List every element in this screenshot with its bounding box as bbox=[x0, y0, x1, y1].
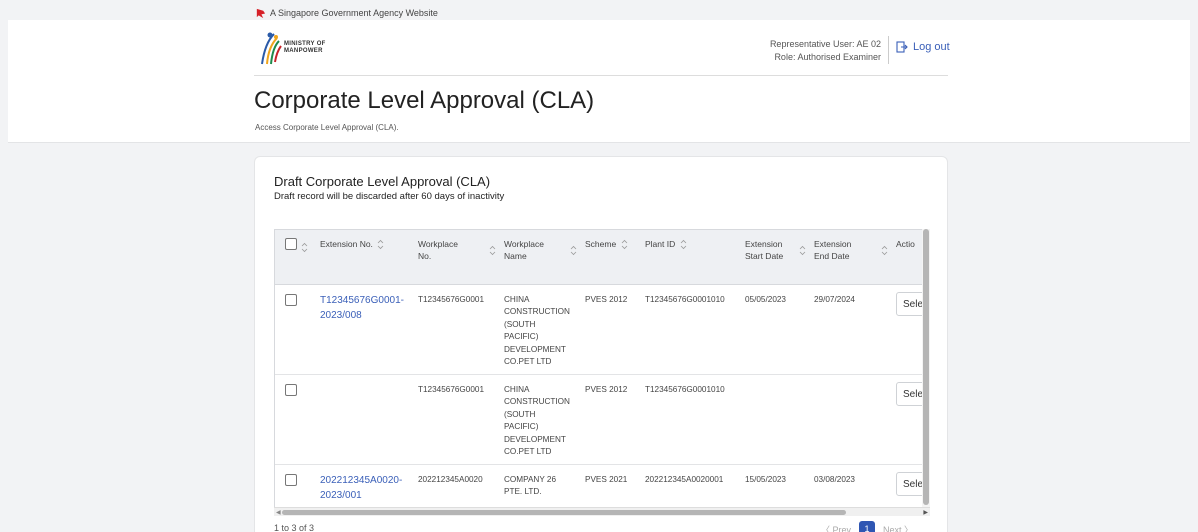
col-action-label: Actio bbox=[896, 239, 915, 249]
draft-table: Extension No. Workplace No. Workplace Na… bbox=[274, 229, 930, 516]
page-1-button[interactable]: 1 bbox=[859, 521, 876, 532]
next-page-button[interactable]: Next 〉 bbox=[883, 523, 913, 532]
col-workplace-no[interactable]: Workplace No. bbox=[418, 230, 504, 285]
col-plant-id-label: Plant ID bbox=[645, 239, 676, 249]
user-info: Representative User: AE 02 Role: Authori… bbox=[770, 38, 881, 64]
user-role: Role: Authorised Examiner bbox=[774, 52, 881, 62]
col-extension-no-label: Extension No. bbox=[320, 239, 373, 249]
draft-cla-card: Draft Corporate Level Approval (CLA) Dra… bbox=[254, 156, 948, 532]
end-date-cell bbox=[814, 374, 896, 465]
col-plant-id[interactable]: Plant ID bbox=[645, 230, 745, 285]
workplace-no-cell: T12345676G0001 bbox=[418, 374, 504, 465]
card-title: Draft Corporate Level Approval (CLA) bbox=[274, 174, 491, 189]
workplace-name-cell: CHINA CONSTRUCTION (SOUTH PACIFIC) DEVEL… bbox=[504, 284, 585, 375]
col-start-date-label: Extension Start Date bbox=[745, 239, 784, 261]
col-extension-no[interactable]: Extension No. bbox=[320, 230, 418, 285]
col-extension-start-date[interactable]: Extension Start Date bbox=[745, 230, 814, 285]
plant-id-cell: T12345676G0001010 bbox=[645, 374, 745, 465]
sort-icon bbox=[799, 245, 806, 255]
logout-label: Log out bbox=[913, 41, 950, 53]
vertical-scrollbar[interactable] bbox=[922, 229, 930, 507]
page-header: MINISTRY OF MANPOWER Representative User… bbox=[8, 20, 1190, 143]
logo-line-1: MINISTRY OF bbox=[284, 41, 326, 47]
col-workplace-name-label: Workplace Name bbox=[504, 239, 544, 261]
page-subtitle: Access Corporate Level Approval (CLA). bbox=[255, 123, 399, 132]
record-count: 1 to 3 of 3 bbox=[274, 523, 315, 532]
start-date-cell bbox=[745, 374, 814, 465]
scheme-cell: PVES 2012 bbox=[585, 284, 645, 375]
horizontal-scrollbar[interactable]: ◀ ▶ bbox=[274, 507, 930, 516]
pagination: 〈 Prev 1 Next 〉 bbox=[821, 521, 913, 532]
sort-icon bbox=[621, 240, 627, 250]
plant-id-cell: T12345676G0001010 bbox=[645, 284, 745, 375]
vertical-scroll-thumb[interactable] bbox=[923, 229, 929, 505]
extension-no-link[interactable]: T12345676G0001-2023/008 bbox=[320, 295, 404, 321]
col-end-date-label: Extension End Date bbox=[814, 239, 852, 261]
card-subtitle: Draft record will be discarded after 60 … bbox=[274, 191, 505, 202]
row-checkbox[interactable] bbox=[285, 473, 297, 486]
col-scheme-label: Scheme bbox=[585, 239, 617, 249]
sort-icon bbox=[680, 240, 686, 250]
lion-head-icon bbox=[256, 8, 266, 19]
select-all-checkbox[interactable] bbox=[285, 238, 297, 250]
scheme-cell: PVES 2012 bbox=[585, 374, 645, 465]
representative-user: Representative User: AE 02 bbox=[769, 39, 881, 49]
sort-icon bbox=[378, 240, 384, 250]
table-row: T12345676G0001-2023/008 T12345676G0001 C… bbox=[275, 284, 929, 375]
workplace-name-cell: CHINA CONSTRUCTION (SOUTH PACIFIC) DEVEL… bbox=[504, 374, 585, 465]
scroll-left-icon[interactable]: ◀ bbox=[276, 509, 281, 516]
workplace-no-cell: T12345676G0001 bbox=[418, 284, 504, 375]
start-date-cell: 05/05/2023 bbox=[745, 284, 814, 375]
row-checkbox[interactable] bbox=[285, 383, 297, 396]
col-extension-end-date[interactable]: Extension End Date bbox=[814, 230, 896, 285]
logo-line-2: MANPOWER bbox=[284, 48, 323, 54]
sort-icon bbox=[489, 245, 496, 255]
col-workplace-no-label: Workplace No. bbox=[418, 239, 458, 261]
table-row: T12345676G0001 CHINA CONSTRUCTION (SOUTH… bbox=[275, 374, 929, 465]
header-divider bbox=[254, 75, 948, 76]
end-date-cell: 29/07/2024 bbox=[814, 284, 896, 375]
logout-button[interactable]: Log out bbox=[896, 41, 950, 53]
col-workplace-name[interactable]: Workplace Name bbox=[504, 230, 585, 285]
logout-icon bbox=[896, 41, 908, 53]
sort-icon bbox=[570, 245, 577, 255]
row-checkbox[interactable] bbox=[285, 293, 297, 306]
sort-icon[interactable] bbox=[301, 242, 308, 253]
gov-banner-text: A Singapore Government Agency Website bbox=[270, 8, 438, 18]
prev-page-button[interactable]: 〈 Prev bbox=[821, 523, 851, 532]
logo-text: MINISTRY OF MANPOWER bbox=[284, 41, 326, 55]
page-title: Corporate Level Approval (CLA) bbox=[254, 87, 595, 114]
extension-no-link[interactable]: 202212345A0020-2023/001 bbox=[320, 475, 402, 501]
col-scheme[interactable]: Scheme bbox=[585, 230, 645, 285]
divider bbox=[888, 36, 889, 64]
scroll-right-icon[interactable]: ▶ bbox=[923, 509, 928, 516]
horizontal-scroll-thumb[interactable] bbox=[282, 510, 846, 515]
sort-icon bbox=[881, 245, 888, 255]
